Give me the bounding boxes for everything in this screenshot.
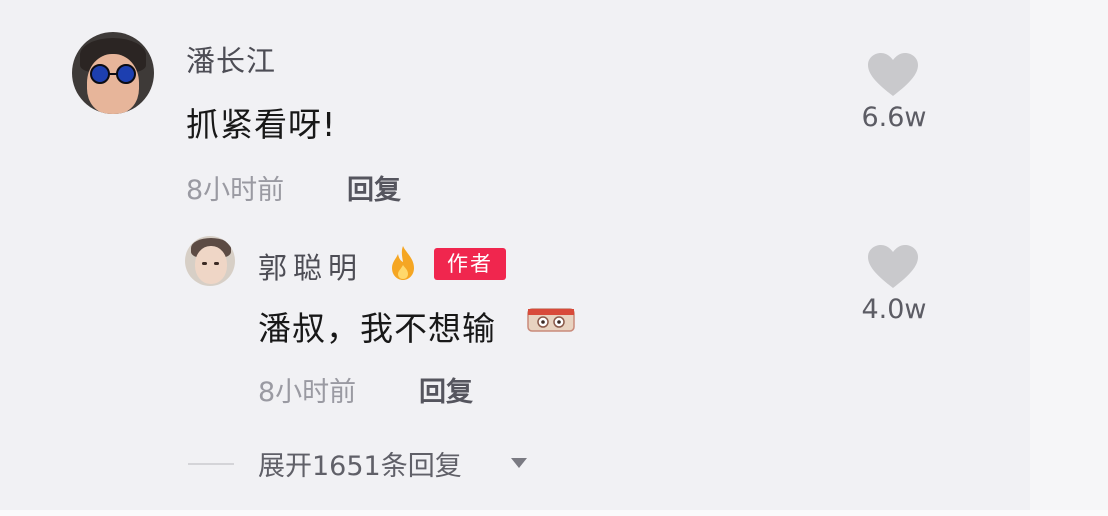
avatar-eye-left [202, 262, 207, 265]
sunglasses-bridge [109, 73, 117, 75]
avatar-face [87, 54, 139, 114]
reply-text: 潘叔，我不想输 [258, 309, 496, 348]
user-avatar[interactable] [72, 32, 154, 114]
avatar-face [195, 246, 227, 284]
sticker-emoji-icon [527, 308, 575, 332]
expand-replies-button[interactable]: 展开1651条回复 [258, 444, 462, 483]
reply-timestamp: 8小时前 [258, 377, 357, 408]
comment-timestamp: 8小时前 [186, 175, 285, 206]
flame-icon [392, 246, 414, 280]
sunglasses-lens-left [90, 64, 110, 84]
triangle-down-icon[interactable] [509, 456, 529, 470]
reply-user-avatar[interactable] [185, 236, 235, 286]
like-count: 4.0w [861, 294, 927, 325]
reply-username[interactable]: 郭聪明 [258, 245, 363, 287]
reply-button[interactable]: 回复 [347, 168, 401, 207]
bottom-edge [0, 510, 1108, 516]
author-badge: 作者 [434, 248, 506, 280]
heart-icon[interactable] [866, 244, 920, 290]
like-count: 6.6w [861, 102, 927, 133]
side-strip [1030, 0, 1108, 516]
sunglasses-lens-right [116, 64, 136, 84]
comment-text: 抓紧看呀! [186, 105, 337, 144]
reply-button[interactable]: 回复 [419, 370, 473, 409]
expand-divider [188, 463, 234, 465]
comment-username[interactable]: 潘长江 [186, 38, 276, 80]
avatar-eye-right [214, 262, 219, 265]
heart-icon[interactable] [866, 52, 920, 98]
